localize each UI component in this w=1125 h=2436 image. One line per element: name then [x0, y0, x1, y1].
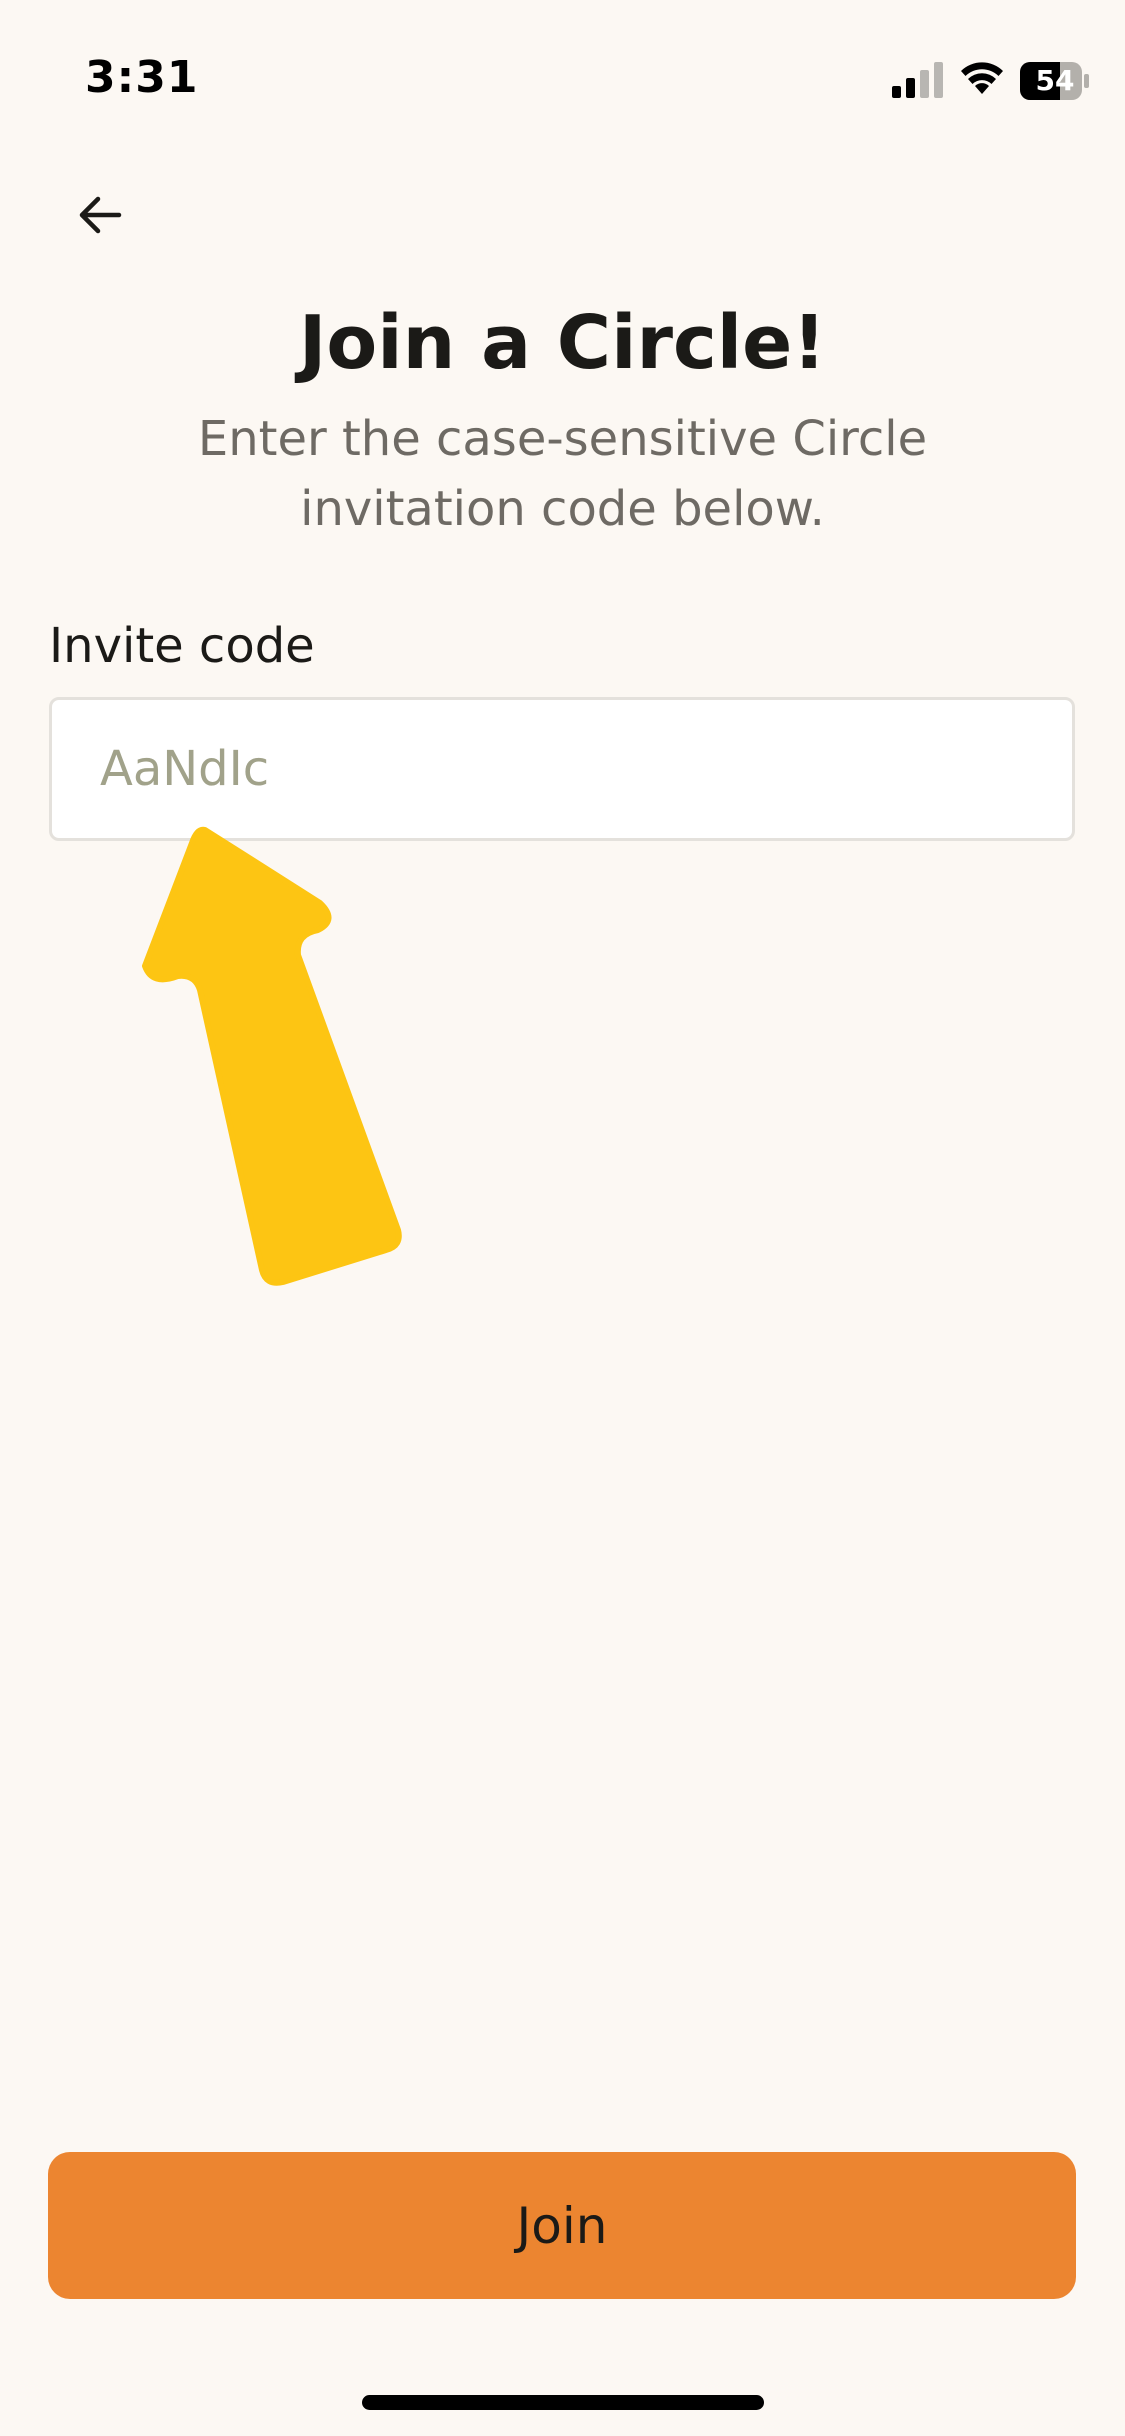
invite-code-input[interactable] [49, 697, 1075, 841]
page-title: Join a Circle! [298, 300, 827, 386]
arrow-left-icon [79, 196, 122, 234]
home-indicator [362, 2395, 764, 2410]
battery-level: 54 [1035, 64, 1075, 97]
back-button[interactable] [60, 175, 140, 255]
status-time: 3:31 [85, 52, 199, 103]
page-subtitle: Enter the case-sensitive Circle invitati… [197, 411, 928, 537]
status-bar: 3:31 54 [0, 0, 1125, 150]
invite-code-label: Invite code [49, 618, 315, 674]
wifi-icon [961, 62, 1003, 94]
signal-icon [892, 62, 943, 98]
join-button[interactable]: Join [48, 2152, 1076, 2299]
